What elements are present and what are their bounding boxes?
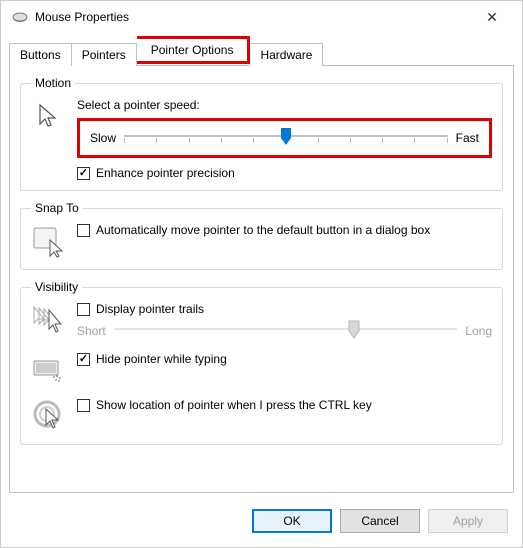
tab-pointers[interactable]: Pointers xyxy=(72,43,137,66)
motion-group: Motion Select a pointer speed: Slow xyxy=(20,76,503,191)
show-location-checkbox[interactable] xyxy=(77,399,90,412)
pointer-trails-icon xyxy=(31,302,67,338)
display-trails-checkbox[interactable] xyxy=(77,303,90,316)
cancel-button[interactable]: Cancel xyxy=(340,509,420,533)
auto-move-label: Automatically move pointer to the defaul… xyxy=(96,223,430,239)
ok-button[interactable]: OK xyxy=(252,509,332,533)
tab-hardware[interactable]: Hardware xyxy=(250,43,323,66)
close-icon[interactable]: ✕ xyxy=(472,9,512,26)
ctrl-locate-icon xyxy=(31,398,67,434)
snap-to-group: Snap To Automatically move pointer to th… xyxy=(20,201,503,270)
slider-thumb[interactable] xyxy=(279,126,293,146)
visibility-group: Visibility Display pointer trails Short xyxy=(20,280,503,445)
motion-legend: Motion xyxy=(31,76,75,90)
hide-while-typing-label: Hide pointer while typing xyxy=(96,352,227,366)
slow-label: Slow xyxy=(90,131,116,145)
tab-content: Motion Select a pointer speed: Slow xyxy=(9,65,514,493)
enhance-precision-label: Enhance pointer precision xyxy=(96,166,235,180)
apply-button: Apply xyxy=(428,509,508,533)
mouse-icon xyxy=(11,10,29,24)
select-speed-label: Select a pointer speed: xyxy=(77,98,492,112)
trails-length-slider xyxy=(114,320,458,342)
window-title: Mouse Properties xyxy=(35,10,472,24)
tab-pointer-options[interactable]: Pointer Options xyxy=(137,36,251,64)
snap-to-legend: Snap To xyxy=(31,201,83,215)
enhance-precision-checkbox[interactable] xyxy=(77,167,90,180)
tab-buttons[interactable]: Buttons xyxy=(9,43,72,66)
dialog-buttons: OK Cancel Apply xyxy=(1,501,522,547)
cursor-icon xyxy=(31,98,67,134)
pointer-speed-slider[interactable] xyxy=(124,127,448,149)
visibility-legend: Visibility xyxy=(31,280,82,294)
long-label: Long xyxy=(465,324,492,338)
fast-label: Fast xyxy=(456,131,479,145)
titlebar: Mouse Properties ✕ xyxy=(1,1,522,33)
mouse-properties-dialog: Mouse Properties ✕ Buttons Pointers Poin… xyxy=(0,0,523,548)
short-label: Short xyxy=(77,324,106,338)
display-trails-label: Display pointer trails xyxy=(96,302,204,316)
trails-slider-thumb xyxy=(347,319,361,339)
hide-typing-icon xyxy=(31,352,67,388)
tab-strip: Buttons Pointers Pointer Options Hardwar… xyxy=(1,33,522,65)
speed-highlight-box: Slow Fast xyxy=(77,118,492,158)
snap-to-icon xyxy=(31,223,67,259)
show-location-label: Show location of pointer when I press th… xyxy=(96,398,372,412)
hide-while-typing-checkbox[interactable] xyxy=(77,353,90,366)
auto-move-checkbox[interactable] xyxy=(77,224,90,237)
